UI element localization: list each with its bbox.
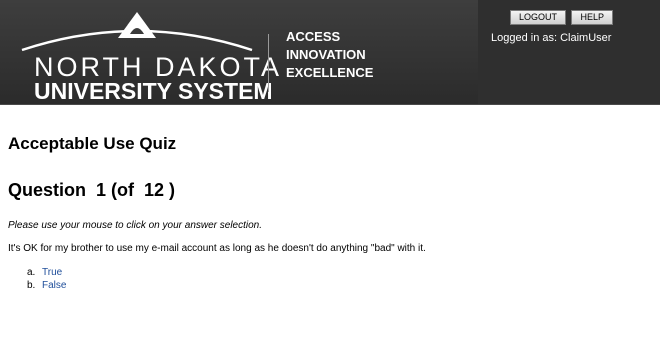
tagline: ACCESS INNOVATION EXCELLENCE xyxy=(286,28,373,82)
tagline-access: ACCESS xyxy=(286,29,341,44)
banner: NORTH DAKOTA UNIVERSITY SYSTEM ACCESS IN… xyxy=(0,0,478,104)
logo-line-2: UNIVERSITY SYSTEM xyxy=(34,78,273,104)
logo-arc-icon xyxy=(21,12,253,52)
instructions: Please use your mouse to click on your a… xyxy=(8,220,263,231)
answer-link-false[interactable]: False xyxy=(42,280,66,291)
tagline-excellence: EXCELLENCE xyxy=(286,65,374,80)
question-text: It's OK for my brother to use my e-mail … xyxy=(8,243,426,254)
answer-letter: b. xyxy=(27,280,36,291)
answer-letter: a. xyxy=(27,267,36,278)
logout-button[interactable]: LOGOUT xyxy=(510,10,567,25)
header-buttons: LOGOUT HELP xyxy=(510,7,614,25)
page-title: Acceptable Use Quiz xyxy=(8,134,177,153)
tagline-innovation: INNOVATION xyxy=(286,47,366,62)
answer-option-b: b. False xyxy=(27,279,66,292)
login-status: Logged in as: ClaimUser xyxy=(491,32,612,44)
university-logo: NORTH DAKOTA UNIVERSITY SYSTEM xyxy=(14,8,279,104)
logo-divider xyxy=(268,34,269,92)
answer-list: a. True b. False xyxy=(27,266,66,292)
header: NORTH DAKOTA UNIVERSITY SYSTEM ACCESS IN… xyxy=(0,0,660,105)
answer-link-true[interactable]: True xyxy=(42,267,62,278)
help-button[interactable]: HELP xyxy=(571,10,613,25)
question-heading: Question 1 (of 12 ) xyxy=(8,180,176,200)
answer-option-a: a. True xyxy=(27,266,66,279)
